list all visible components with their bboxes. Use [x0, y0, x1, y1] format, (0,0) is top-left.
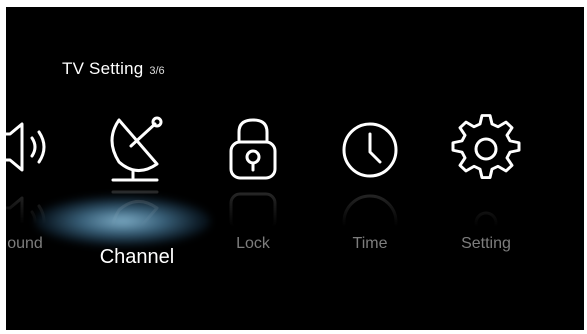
padlock-icon	[229, 118, 277, 180]
page-title: TV Setting	[62, 59, 144, 78]
screen-border	[0, 0, 587, 7]
page-header: TV Setting 3/6	[62, 59, 165, 79]
menu-item-sound[interactable]: ound	[0, 112, 85, 272]
menu-item-label: ound	[7, 235, 43, 252]
menu-item-label: Time	[352, 235, 388, 252]
menu-item-channel[interactable]: Channel	[77, 112, 197, 272]
clock-icon	[342, 122, 398, 178]
menu-item-label: Setting	[461, 235, 511, 252]
screen-border	[0, 330, 587, 334]
menu-item-lock[interactable]: Lock	[193, 112, 313, 272]
gear-icon	[451, 114, 521, 179]
satellite-dish-icon	[110, 116, 163, 182]
menu-item-label: Channel	[99, 246, 175, 268]
speaker-icon	[0, 122, 46, 172]
menu-item-time[interactable]: Time	[310, 112, 430, 272]
page-indicator: 3/6	[149, 65, 165, 77]
tv-settings-screen: TV Setting 3/6 ound Channel Lock Time Se…	[0, 0, 587, 334]
menu-item-setting[interactable]: Setting	[426, 112, 546, 272]
menu-item-label: Lock	[236, 235, 270, 252]
